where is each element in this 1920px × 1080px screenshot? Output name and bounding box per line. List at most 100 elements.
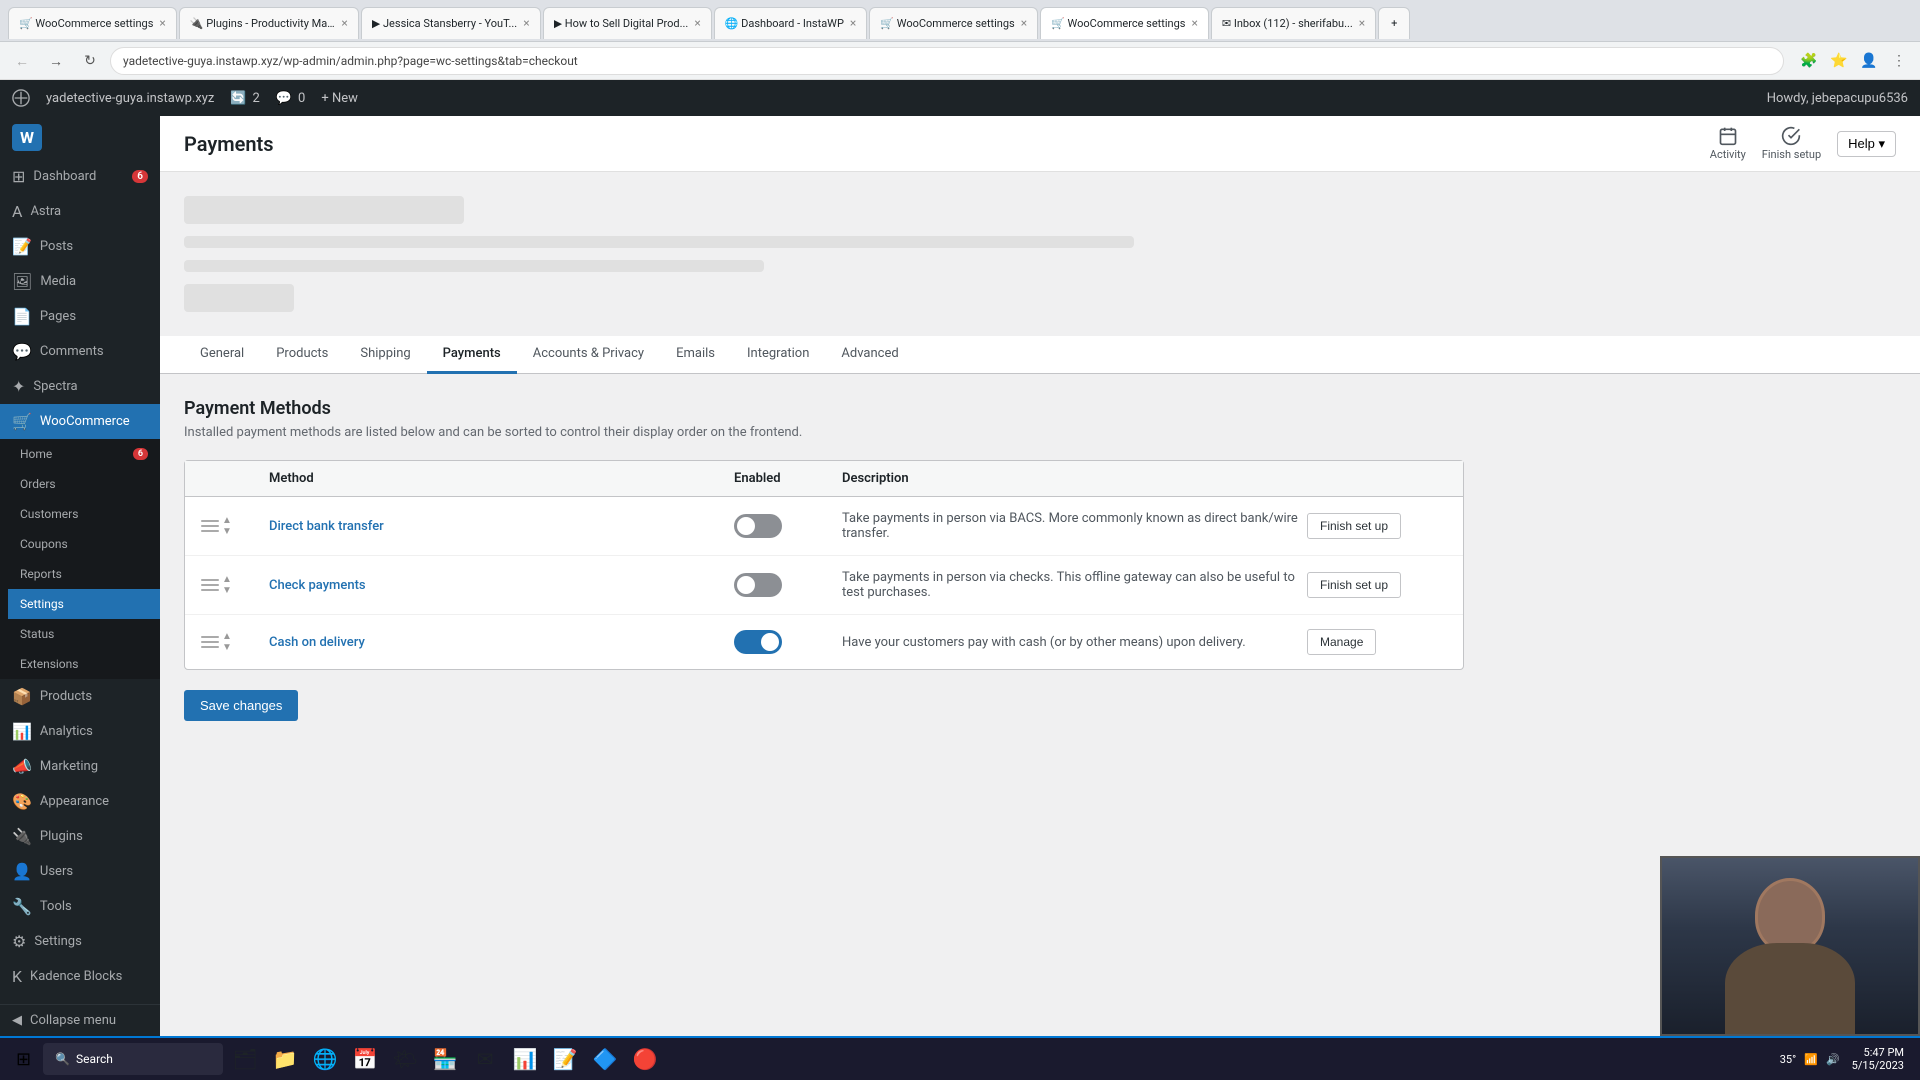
reload-button[interactable]: ↻ — [76, 47, 104, 75]
taskbar-icon-green[interactable]: 🔷 — [587, 1041, 623, 1077]
sort-up-3[interactable]: ▲ — [222, 632, 232, 642]
action-3[interactable]: Manage — [1307, 629, 1447, 655]
new-content[interactable]: + New — [321, 91, 358, 106]
taskbar-icon-chrome[interactable]: 🌐 — [307, 1041, 343, 1077]
finish-setup-btn-2[interactable]: Finish set up — [1307, 572, 1401, 598]
system-clock[interactable]: 5:47 PM 5/15/2023 — [1844, 1046, 1912, 1072]
sidebar-item-reports[interactable]: Reports — [8, 559, 160, 589]
sidebar-item-users[interactable]: 👤 Users — [0, 854, 160, 889]
volume-icon[interactable]: 🔊 — [1826, 1053, 1840, 1066]
taskbar-icon-files[interactable]: 🗂 — [227, 1041, 263, 1077]
method-name-2[interactable]: Check payments — [269, 578, 726, 593]
sort-down-1[interactable]: ▼ — [222, 527, 232, 537]
sidebar-item-media[interactable]: 🖼 Media — [0, 264, 160, 299]
sidebar-item-plugins[interactable]: 🔌 Plugins — [0, 819, 160, 854]
sidebar-item-posts[interactable]: 📝 Posts — [0, 229, 160, 264]
taskbar-icon-store[interactable]: 🏪 — [427, 1041, 463, 1077]
sidebar-item-products[interactable]: 📦 Products — [0, 679, 160, 714]
method-name-1[interactable]: Direct bank transfer — [269, 519, 726, 534]
taskbar-icon-red[interactable]: 🔴 — [627, 1041, 663, 1077]
tab-6[interactable]: 🛒 WooCommerce settings× — [869, 7, 1038, 39]
sidebar-item-appearance[interactable]: 🎨 Appearance — [0, 784, 160, 819]
sort-down-3[interactable]: ▼ — [222, 643, 232, 653]
new-tab-button[interactable]: + — [1378, 7, 1410, 39]
method-name-3[interactable]: Cash on delivery — [269, 635, 726, 650]
sidebar-item-settings[interactable]: Settings — [8, 589, 160, 619]
help-button[interactable]: Help ▾ — [1837, 131, 1896, 157]
toggle-2[interactable] — [734, 573, 834, 597]
action-1[interactable]: Finish set up — [1307, 513, 1447, 539]
sidebar-item-dashboard[interactable]: ⊞ Dashboard 6 — [0, 159, 160, 194]
sort-down-2[interactable]: ▼ — [222, 586, 232, 596]
extensions-icon[interactable]: 🧩 — [1796, 48, 1822, 74]
taskbar-icon-word[interactable]: 📝 — [547, 1041, 583, 1077]
sidebar-logo[interactable]: W — [0, 116, 160, 159]
toggle-1[interactable] — [734, 514, 834, 538]
manage-btn-3[interactable]: Manage — [1307, 629, 1376, 655]
tab-1[interactable]: 🛒 WooCommerce settings× — [8, 7, 177, 39]
drag-handle-2[interactable]: ▲ ▼ — [201, 575, 261, 596]
sidebar-item-extensions[interactable]: Extensions — [8, 649, 160, 679]
tab-integration[interactable]: Integration — [731, 336, 825, 374]
sort-up-2[interactable]: ▲ — [222, 575, 232, 585]
sidebar-item-spectra[interactable]: ✦ Spectra — [0, 369, 160, 404]
taskbar-icon-excel[interactable]: 📊 — [507, 1041, 543, 1077]
finish-setup-btn-1[interactable]: Finish set up — [1307, 513, 1401, 539]
collapse-menu-button[interactable]: ◀ Collapse menu — [0, 1005, 160, 1036]
tab-3[interactable]: ▶ Jessica Stansberry - YouT...× — [361, 7, 541, 39]
tab-4[interactable]: ▶ How to Sell Digital Prod...× — [543, 7, 712, 39]
tab-payments[interactable]: Payments — [427, 336, 517, 374]
sidebar-item-analytics[interactable]: 📊 Analytics — [0, 714, 160, 749]
action-2[interactable]: Finish set up — [1307, 572, 1447, 598]
taskbar-search[interactable]: 🔍 Search — [43, 1043, 223, 1075]
forward-button[interactable]: → — [42, 47, 70, 75]
sidebar-item-astra[interactable]: A Astra — [0, 194, 160, 229]
tab-accounts-privacy[interactable]: Accounts & Privacy — [517, 336, 660, 374]
taskbar-icon-mail[interactable]: ✉ — [467, 1041, 503, 1077]
updates-count[interactable]: 🔄 2 — [230, 91, 260, 106]
sidebar-item-woocommerce[interactable]: 🛒 WooCommerce — [0, 404, 160, 439]
address-bar[interactable]: yadetective-guya.instawp.xyz/wp-admin/ad… — [110, 47, 1784, 75]
sidebar-item-status[interactable]: Status — [8, 619, 160, 649]
activity-button[interactable]: Activity — [1710, 126, 1746, 161]
drag-handle-1[interactable]: ▲ ▼ — [201, 516, 261, 537]
sidebar-item-customers[interactable]: Customers — [8, 499, 160, 529]
tab-advanced[interactable]: Advanced — [825, 336, 914, 374]
tab-2[interactable]: 🔌 Plugins - Productivity Ma...× — [179, 7, 359, 39]
tab-5[interactable]: 🌐 Dashboard - InstaWP× — [714, 7, 868, 39]
sidebar-item-coupons[interactable]: Coupons — [8, 529, 160, 559]
tab-7-active[interactable]: 🛒 WooCommerce settings× — [1040, 7, 1209, 39]
save-changes-button[interactable]: Save changes — [184, 690, 298, 721]
sidebar-item-comments[interactable]: 💬 Comments — [0, 334, 160, 369]
sort-up-1[interactable]: ▲ — [222, 516, 232, 526]
toggle-3[interactable] — [734, 630, 834, 654]
drag-lines-3[interactable] — [201, 636, 219, 648]
sidebar-item-kadence[interactable]: K Kadence Blocks — [0, 959, 160, 994]
drag-lines-2[interactable] — [201, 579, 219, 591]
tab-shipping[interactable]: Shipping — [344, 336, 426, 374]
taskbar-icon-calendar[interactable]: 📅 — [347, 1041, 383, 1077]
back-button[interactable]: ← — [8, 47, 36, 75]
tab-emails[interactable]: Emails — [660, 336, 731, 374]
tab-products[interactable]: Products — [260, 336, 344, 374]
sidebar-item-marketing[interactable]: 📣 Marketing — [0, 749, 160, 784]
sidebar-item-settings-main[interactable]: ⚙ Settings — [0, 924, 160, 959]
drag-handle-3[interactable]: ▲ ▼ — [201, 632, 261, 653]
menu-icon[interactable]: ⋮ — [1886, 48, 1912, 74]
drag-lines-1[interactable] — [201, 520, 219, 532]
sidebar-item-orders[interactable]: Orders — [8, 469, 160, 499]
sidebar-item-pages[interactable]: 📄 Pages — [0, 299, 160, 334]
taskbar-icon-folder[interactable]: 📁 — [267, 1041, 303, 1077]
profile-icon[interactable]: 👤 — [1856, 48, 1882, 74]
finish-setup-button[interactable]: Finish setup — [1762, 126, 1821, 161]
start-button[interactable]: ⊞ — [8, 1045, 39, 1074]
sidebar-item-tools[interactable]: 🔧 Tools — [0, 889, 160, 924]
taskbar-icon-weather[interactable]: 🌤 — [387, 1041, 423, 1077]
tab-general[interactable]: General — [184, 336, 260, 374]
sidebar-item-home[interactable]: Home 6 — [8, 439, 160, 469]
site-name[interactable]: yadetective-guya.instawp.xyz — [46, 91, 214, 106]
network-icon[interactable]: 📶 — [1804, 1053, 1818, 1066]
tab-8[interactable]: ✉ Inbox (112) - sherifabu...× — [1211, 7, 1376, 39]
bookmark-icon[interactable]: ⭐ — [1826, 48, 1852, 74]
comments-count[interactable]: 💬 0 — [276, 91, 306, 106]
